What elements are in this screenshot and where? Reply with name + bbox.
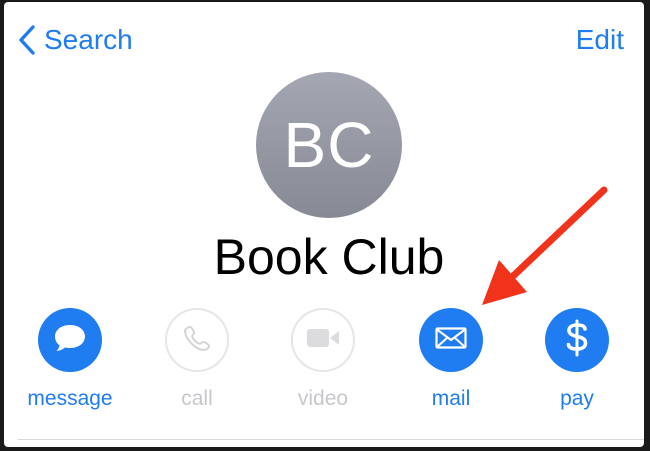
pay-button-label: pay [560,387,594,410]
message-button-circle[interactable] [38,308,102,372]
phone-icon [183,324,211,357]
back-button-label: Search [44,24,133,55]
pay-button[interactable]: pay [517,308,637,412]
avatar-initials: BC [283,109,375,181]
mail-button-label: mail [431,387,471,410]
pay-button-circle[interactable] [545,308,609,372]
mail-button[interactable]: mail [391,308,511,412]
contact-screen: Search Edit BC Book Club message call vi… [4,2,644,447]
envelope-icon [435,326,467,354]
message-bubble-icon [52,321,88,360]
message-button-label: message [27,387,113,410]
contact-name: Book Club [213,229,445,285]
video-button-label: video [297,387,349,410]
mail-button-circle[interactable] [419,308,483,372]
edit-button[interactable]: Edit [576,22,624,58]
video-button[interactable]: video [263,308,383,412]
call-button-circle[interactable] [165,308,229,372]
video-button-circle[interactable] [291,308,355,372]
call-button[interactable]: call [137,308,257,412]
message-button[interactable]: message [10,308,130,412]
call-button-label: call [181,387,213,410]
video-camera-icon [306,327,340,354]
chevron-left-icon [18,24,36,56]
dollar-icon [565,319,589,362]
avatar: BC [256,72,402,218]
back-button[interactable]: Search [18,22,133,58]
divider [18,439,644,440]
